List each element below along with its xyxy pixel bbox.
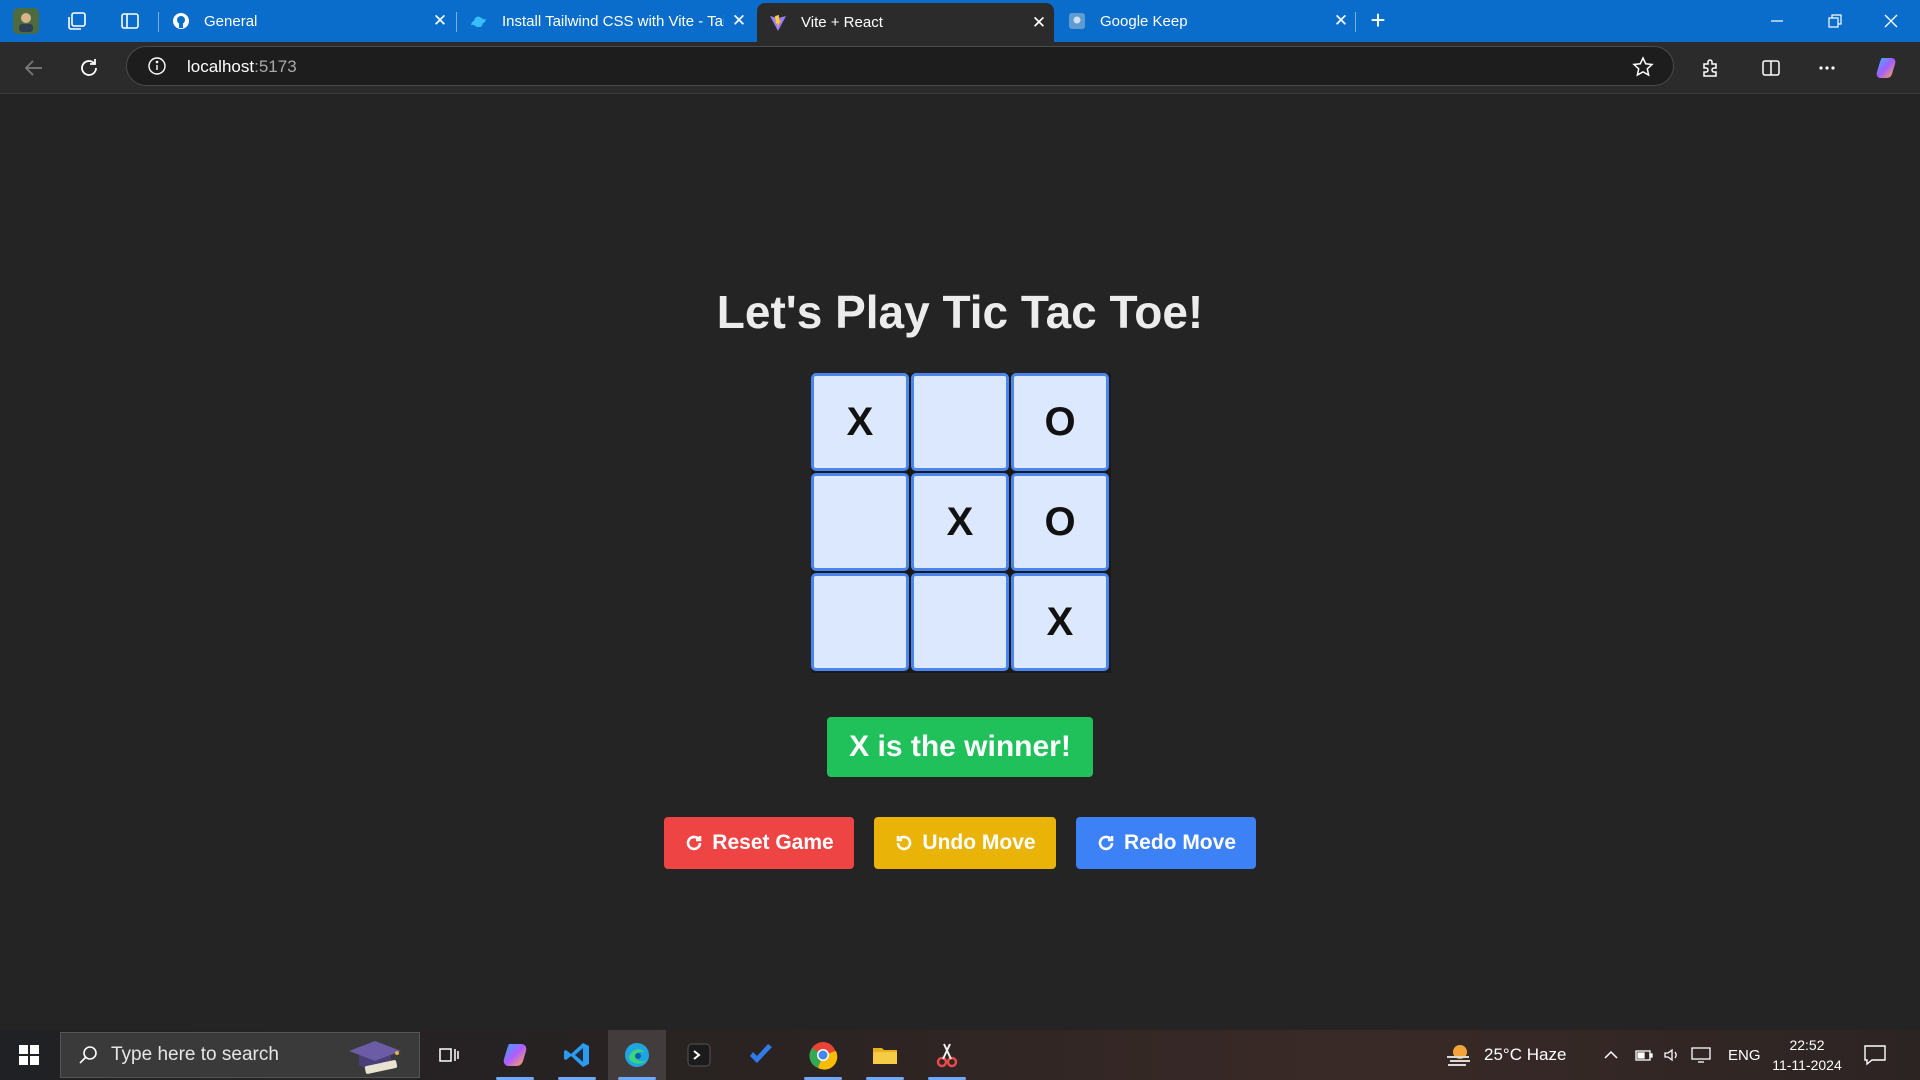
- extensions-icon[interactable]: [1695, 52, 1727, 84]
- tic-tac-toe-board: X O X O X: [811, 373, 1111, 673]
- tab-title: Google Keep: [1100, 12, 1188, 30]
- tab-close-icon[interactable]: ✕: [724, 11, 754, 31]
- google-keep-icon: [1068, 12, 1086, 30]
- language-indicator[interactable]: ENG: [1728, 1047, 1761, 1064]
- tab-general[interactable]: General ✕: [160, 3, 455, 39]
- page-title: Let's Play Tic Tac Toe!: [716, 286, 1204, 338]
- url-host: localhost: [187, 57, 255, 76]
- board-cell[interactable]: [811, 573, 909, 671]
- restore-button[interactable]: [1806, 0, 1864, 42]
- board-cell[interactable]: X: [811, 373, 909, 471]
- tab-vite-react[interactable]: Vite + React ✕: [757, 3, 1054, 42]
- vertical-tabs-icon[interactable]: [116, 7, 144, 35]
- browser-tab-strip: General ✕ Install Tailwind CSS with Vite…: [0, 0, 1920, 42]
- tailwind-icon: [470, 12, 488, 30]
- todo-checkmark-icon[interactable]: [732, 1030, 790, 1080]
- browser-toolbar: localhost:5173: [0, 42, 1920, 94]
- redo-move-label: Redo Move: [1123, 831, 1236, 854]
- taskbar-search-box[interactable]: Type here to search: [60, 1032, 420, 1078]
- workspaces-icon[interactable]: [63, 7, 91, 35]
- address-bar[interactable]: localhost:5173: [126, 46, 1674, 86]
- copilot-icon[interactable]: [1870, 52, 1902, 84]
- clock-time: 22:52: [1789, 1037, 1825, 1053]
- tab-tailwind[interactable]: Install Tailwind CSS with Vite - Tailwin…: [458, 3, 754, 39]
- clock[interactable]: 22:52 11-11-2024: [1762, 1035, 1852, 1075]
- file-explorer-icon[interactable]: [856, 1030, 914, 1080]
- start-button[interactable]: [0, 1030, 58, 1080]
- board-cell[interactable]: [911, 373, 1009, 471]
- minimize-button[interactable]: [1748, 0, 1806, 42]
- tab-google-keep[interactable]: Google Keep ✕: [1056, 3, 1356, 39]
- redo-arrow-icon: [1098, 835, 1114, 851]
- app-viewport: Let's Play Tic Tac Toe! X O X O X X is t…: [0, 95, 1920, 1030]
- weather-widget[interactable]: 25°C Haze: [1444, 1030, 1566, 1080]
- haze-weather-icon: [1447, 1045, 1470, 1066]
- new-tab-button[interactable]: +: [1364, 7, 1392, 35]
- profile-avatar[interactable]: [12, 7, 40, 35]
- tab-close-icon[interactable]: ✕: [1326, 11, 1356, 31]
- system-tray: ENG: [1602, 1030, 1761, 1080]
- winner-status-banner: X is the winner!: [827, 717, 1093, 777]
- board-cell[interactable]: O: [1011, 473, 1109, 571]
- refresh-button[interactable]: [73, 52, 105, 84]
- url-port: :5173: [254, 57, 297, 76]
- search-icon: [79, 1046, 97, 1064]
- undo-move-button[interactable]: Undo Move: [874, 817, 1056, 869]
- undo-move-label: Undo Move: [922, 831, 1036, 854]
- volume-icon[interactable]: [1662, 1046, 1682, 1064]
- snipping-tool-icon[interactable]: [918, 1030, 976, 1080]
- tab-title: Install Tailwind CSS with Vite - Tailwin…: [502, 12, 724, 30]
- redo-move-button[interactable]: Redo Move: [1076, 817, 1256, 869]
- reset-game-button[interactable]: Reset Game: [664, 817, 854, 869]
- reset-game-label: Reset Game: [712, 831, 834, 854]
- board-cell[interactable]: X: [1011, 573, 1109, 671]
- windows-taskbar: Type here to search 25°C Haze ENG 22:52 …: [0, 1030, 1920, 1080]
- favorite-star-icon[interactable]: [1631, 55, 1655, 79]
- edge-icon[interactable]: [608, 1030, 666, 1080]
- notification-icon[interactable]: [1862, 1042, 1888, 1068]
- undo-arrow-icon: [897, 835, 912, 851]
- tab-close-icon[interactable]: ✕: [425, 11, 455, 31]
- chrome-icon[interactable]: [794, 1030, 852, 1080]
- weather-text: 25°C Haze: [1484, 1045, 1567, 1064]
- search-placeholder: Type here to search: [111, 1044, 279, 1065]
- back-button[interactable]: [18, 52, 50, 84]
- network-icon[interactable]: [1690, 1046, 1712, 1064]
- battery-icon[interactable]: [1634, 1046, 1654, 1064]
- vscode-icon[interactable]: [548, 1030, 606, 1080]
- redo-arrow-icon: [687, 835, 702, 851]
- board-cell[interactable]: O: [1011, 373, 1109, 471]
- site-info-icon[interactable]: [147, 56, 167, 76]
- vite-icon: [769, 14, 787, 32]
- split-screen-icon[interactable]: [1755, 52, 1787, 84]
- tab-title: General: [204, 12, 258, 30]
- more-options-icon[interactable]: [1811, 52, 1843, 84]
- board-cell[interactable]: X: [911, 473, 1009, 571]
- task-view-icon[interactable]: [420, 1030, 478, 1080]
- tab-close-icon[interactable]: ✕: [1024, 13, 1054, 33]
- chevron-up-icon[interactable]: [1602, 1046, 1620, 1064]
- board-cell[interactable]: [811, 473, 909, 571]
- url-text[interactable]: localhost:5173: [187, 57, 297, 77]
- board-cell[interactable]: [911, 573, 1009, 671]
- clock-date: 11-11-2024: [1772, 1057, 1842, 1073]
- tab-title: Vite + React: [801, 14, 883, 31]
- copilot-taskbar-icon[interactable]: [486, 1030, 544, 1080]
- terminal-app-icon[interactable]: [670, 1030, 728, 1080]
- close-window-button[interactable]: [1862, 0, 1920, 42]
- graduation-cap-icon: [349, 1041, 401, 1074]
- github-icon: [172, 12, 190, 30]
